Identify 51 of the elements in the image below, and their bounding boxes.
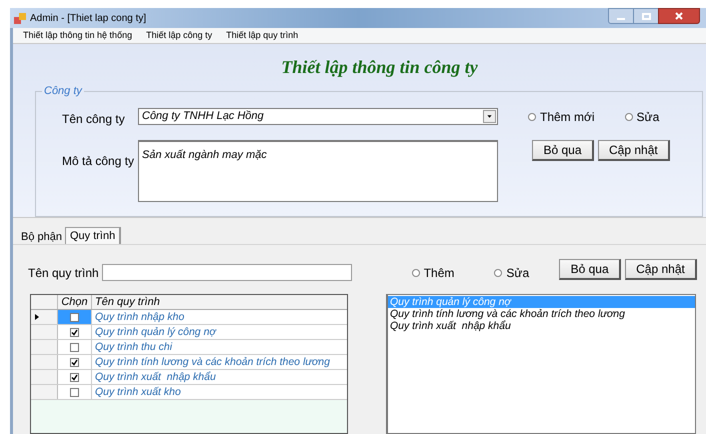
field-label: Tên công ty [62, 111, 126, 128]
column-header[interactable]: Tên quy trình [92, 295, 347, 309]
radio-label: Thêm [424, 264, 454, 282]
radio-button[interactable] [494, 268, 502, 276]
field-label: Tên quy trình [28, 264, 99, 282]
dropdown-value: Công ty TNHH Lạc Hồng [141, 109, 265, 124]
button[interactable]: Cập nhật [625, 259, 697, 280]
group-legend: Công ty [42, 84, 84, 98]
checkbox[interactable] [70, 372, 79, 382]
radio-label: Sửa [636, 109, 660, 126]
table-cell-text: Quy trình thu chi [94, 340, 174, 354]
app-icon [14, 12, 26, 24]
field-label: Mô tả công ty [62, 153, 136, 170]
button[interactable]: Cập nhật [598, 140, 670, 161]
radio-button[interactable] [624, 113, 633, 121]
company-dropdown[interactable]: Công ty TNHH Lạc Hồng [138, 108, 498, 125]
table-cell-text: Quy trình tính lương và các khoản trích theo lương [94, 355, 331, 369]
list-item[interactable]: Quy trình xuất nhập khẩu [388, 320, 695, 332]
radio-button[interactable] [528, 113, 536, 121]
button[interactable]: Bỏ qua [559, 259, 622, 280]
menu-item[interactable]: Thiết lập thông tin hệ thống [23, 28, 132, 42]
close-button[interactable] [658, 8, 700, 24]
button[interactable]: Bỏ qua [532, 140, 594, 161]
list-item[interactable]: Quy trình tính lương và các khoản trích theo lương [388, 308, 695, 320]
radio-button[interactable] [412, 268, 420, 276]
checkbox[interactable] [70, 342, 79, 352]
process-name-field[interactable] [102, 264, 352, 281]
checkbox[interactable] [70, 388, 79, 396]
table-cell-text: Quy trình xuất kho [94, 385, 182, 399]
maximize-button[interactable] [634, 8, 658, 24]
tab[interactable]: Quy trình [64, 227, 122, 244]
field-value: Sản xuất ngành may mặc [141, 149, 267, 161]
column-header[interactable]: Chọn [58, 295, 92, 309]
tab[interactable]: Bộ phận [18, 229, 65, 244]
table-cell-text: Quy trình nhập kho [94, 310, 186, 324]
page-heading: Thiết lập thông tin công ty [281, 56, 478, 79]
window-title: Admin - [Thiet lap cong ty] [30, 12, 146, 26]
description-field[interactable]: Sản xuất ngành may mặc [138, 140, 498, 202]
checkbox[interactable] [70, 328, 79, 336]
radio-label: Sửa [506, 264, 530, 282]
checkbox[interactable] [70, 312, 79, 322]
radio-label: Thêm mới [540, 109, 595, 126]
close-icon [675, 12, 683, 20]
menu-item[interactable]: Thiết lập công ty [146, 28, 212, 42]
row-pointer-icon [35, 314, 39, 320]
table-cell-text: Quy trình xuất nhập khẩu [94, 370, 217, 384]
table-cell-text: Quy trình quản lý công nợ [94, 325, 218, 339]
checkbox[interactable] [70, 358, 79, 366]
minimize-button[interactable] [608, 8, 634, 24]
menu-item[interactable]: Thiết lập quy trình [226, 28, 298, 42]
row-header[interactable] [31, 310, 58, 324]
